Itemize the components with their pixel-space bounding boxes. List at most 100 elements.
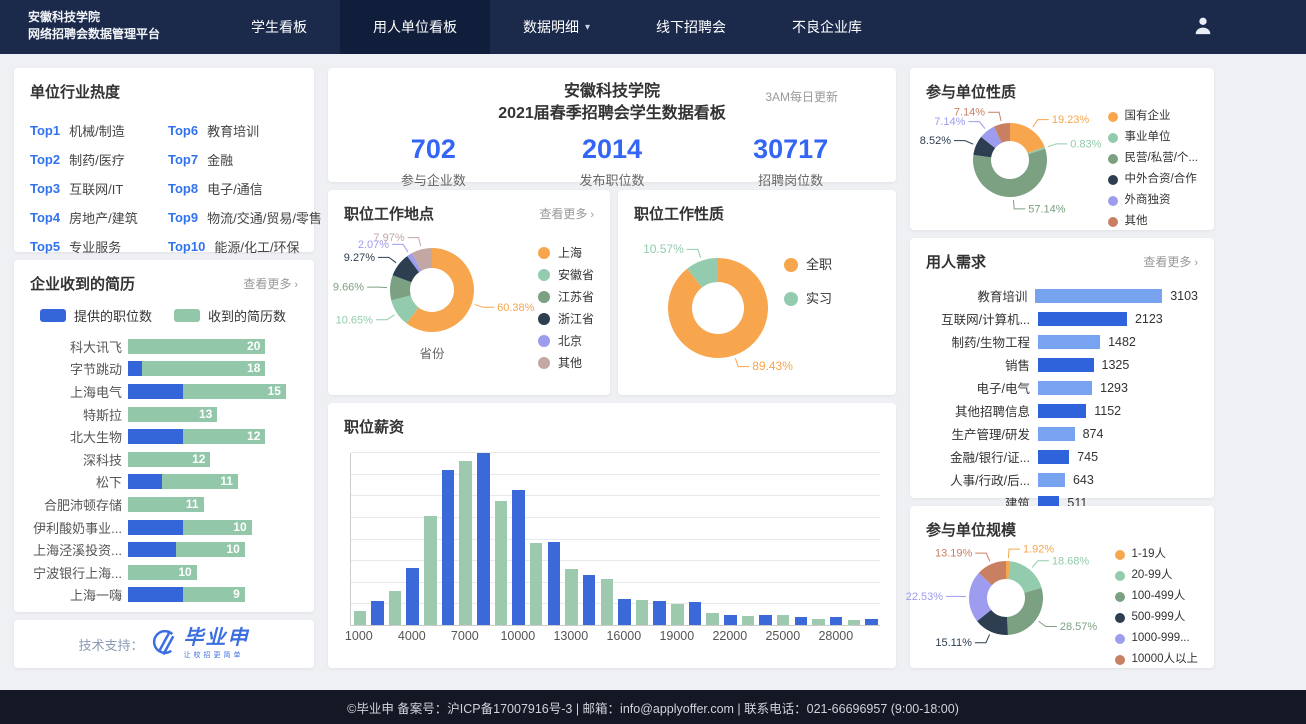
legend-item[interactable]: 上海 — [538, 242, 594, 264]
salary-bar — [636, 600, 649, 625]
legend-item[interactable]: 外商独资 — [1108, 190, 1198, 211]
demand-row: 电子/电气1293 — [926, 376, 1198, 399]
unit-scale-legend: 1-19人20-99人100-499人500-999人1000-999...10… — [1115, 544, 1198, 670]
donut-slice-20-99人 — [1008, 561, 1041, 593]
company-name: 伊利酸奶事业... — [30, 518, 122, 537]
legend-label: 其他 — [1125, 211, 1148, 232]
legend-item[interactable]: 实习 — [784, 282, 832, 316]
label-leader-line — [968, 122, 985, 129]
label-leader-line — [975, 553, 990, 561]
legend-item[interactable]: 北京 — [538, 330, 594, 352]
bar-value-label: 10 — [178, 565, 191, 580]
company-name: 深科技 — [30, 450, 122, 469]
legend-label: 上海 — [558, 242, 582, 264]
card-title: 职位工作性质 — [634, 203, 724, 224]
salary-bar — [354, 611, 367, 625]
demand-category: 人事/行政/后... — [926, 470, 1030, 489]
bar-slot — [563, 453, 581, 625]
resumes-bar-segment: 9 — [183, 587, 245, 602]
legend-label: 其他 — [558, 352, 582, 374]
salary-bar — [653, 601, 666, 625]
legend-label: 100-499人 — [1132, 586, 1186, 607]
legend-item[interactable]: 10000人以上 — [1115, 649, 1198, 670]
nav-item[interactable]: 不良企业库 — [759, 0, 895, 54]
legend-item[interactable]: 中外合资/合作 — [1108, 169, 1198, 190]
legend-item[interactable]: 1000-999... — [1115, 628, 1198, 649]
legend-item[interactable]: 1-19人 — [1115, 544, 1198, 565]
resume-bar-chart: 科大讯飞20字节跳动18上海电气15特斯拉13北大生物12深科技12松下11合肥… — [30, 335, 298, 606]
biyeshen-logo[interactable]: 毕业申 让校招更简单 — [150, 627, 250, 662]
bar-slot — [704, 453, 722, 625]
bar-value-label: 10 — [233, 520, 246, 535]
bar-value-label: 9 — [233, 587, 240, 602]
brand-logo: 安徽科技学院 网络招聘会数据管理平台 — [0, 0, 218, 54]
legend-item[interactable]: 其他 — [538, 352, 594, 374]
resumes-bar-segment: 18 — [142, 361, 266, 376]
legend-label: 民营/私营/个... — [1125, 148, 1198, 169]
legend-swatch — [1108, 112, 1118, 122]
unit-nature-card: 参与单位性质 19.23%0.83%57.14%8.52%7.14%7.14% … — [910, 68, 1214, 230]
industry-rank: Top7 — [168, 152, 198, 167]
demand-value: 1325 — [1102, 358, 1130, 372]
label-leader-line — [975, 634, 990, 642]
industry-name: 专业服务 — [69, 237, 121, 256]
bar-track: 10 — [128, 520, 252, 535]
salary-bar — [706, 613, 719, 625]
demand-row: 互联网/计算机...2123 — [926, 307, 1198, 330]
bar-value-label: 10 — [226, 542, 239, 557]
bar-value-label: 12 — [247, 429, 260, 444]
bar-slot — [757, 453, 775, 625]
label-leader-line — [988, 112, 1001, 121]
bar-slot — [633, 453, 651, 625]
stat-value: 2014 — [523, 134, 702, 165]
legend-item[interactable]: 提供的职位数 — [40, 306, 152, 325]
legend-item[interactable]: 国有企业 — [1108, 106, 1198, 127]
legend-item[interactable]: 20-99人 — [1115, 565, 1198, 586]
resume-row: 特斯拉13 — [30, 403, 298, 426]
bar-slot — [492, 453, 510, 625]
nav-item[interactable]: 线下招聘会 — [623, 0, 759, 54]
hiring-demand-bar-chart: 教育培训3103互联网/计算机...2123制药/生物工程1482销售1325电… — [926, 284, 1198, 514]
bar-track: 12 — [128, 452, 210, 467]
legend-swatch — [1108, 154, 1118, 164]
legend-item[interactable]: 全职 — [784, 248, 832, 282]
nav-item[interactable]: 学生看板 — [218, 0, 340, 54]
legend-item[interactable]: 其他 — [1108, 211, 1198, 232]
label-leader-line — [1039, 621, 1057, 626]
legend-label: 收到的简历数 — [208, 306, 286, 325]
legend-item[interactable]: 浙江省 — [538, 308, 594, 330]
nav-item[interactable]: 用人单位看板 — [340, 0, 490, 54]
bar-track: 12 — [128, 429, 265, 444]
biyeshen-logo-tagline: 让校招更简单 — [184, 650, 250, 660]
legend-item[interactable]: 100-499人 — [1115, 586, 1198, 607]
view-more-link[interactable]: 查看更多› — [1143, 253, 1198, 270]
nav-item[interactable]: 数据明细▾ — [490, 0, 623, 54]
legend-swatch — [1115, 592, 1125, 602]
brand-line1: 安徽科技学院 — [28, 9, 218, 26]
legend-item[interactable]: 500-999人 — [1115, 607, 1198, 628]
demand-category: 生产管理/研发 — [926, 424, 1030, 443]
legend-item[interactable]: 收到的简历数 — [174, 306, 286, 325]
user-menu[interactable] — [1192, 0, 1214, 54]
legend-item[interactable]: 江苏省 — [538, 286, 594, 308]
donut-percent-label: 18.68% — [1052, 555, 1090, 567]
view-more-link[interactable]: 查看更多› — [539, 205, 594, 222]
chevron-right-icon: › — [294, 279, 298, 291]
demand-row: 其他招聘信息1152 — [926, 399, 1198, 422]
label-leader-line — [687, 249, 701, 258]
legend-item[interactable]: 民营/私营/个... — [1108, 148, 1198, 169]
industry-rank: Top10 — [168, 239, 205, 254]
salary-x-axis: 1000400070001000013000160001900022000250… — [350, 626, 880, 644]
resumes-bar-segment: 13 — [128, 407, 217, 422]
resume-row: 宁波银行上海...10 — [30, 561, 298, 584]
legend-item[interactable]: 安徽省 — [538, 264, 594, 286]
dashboard-title-line2: 2021届春季招聘会学生数据看板 — [344, 103, 880, 125]
legend-swatch — [1115, 655, 1125, 665]
view-more-link[interactable]: 查看更多› — [243, 275, 298, 292]
demand-value: 874 — [1083, 427, 1104, 441]
user-avatar-icon — [1192, 14, 1214, 41]
work-type-donut-chart: 89.43%10.57% — [634, 228, 784, 378]
legend-item[interactable]: 事业单位 — [1108, 127, 1198, 148]
company-name: 合肥沛顿存储 — [30, 495, 122, 514]
work-type-card: 职位工作性质 89.43%10.57% 全职实习 — [618, 190, 896, 395]
